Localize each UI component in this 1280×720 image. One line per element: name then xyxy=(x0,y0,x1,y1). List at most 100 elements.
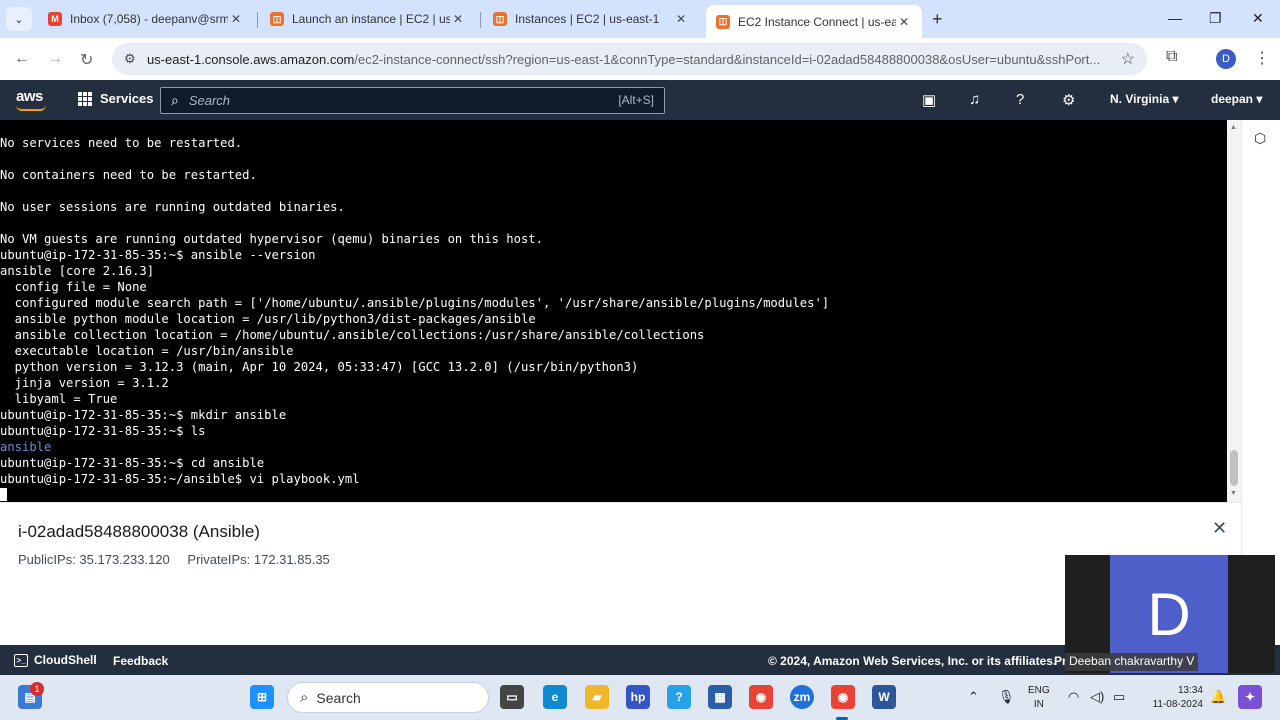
taskbar-search-input[interactable]: ⌕ Search xyxy=(287,682,489,713)
system-clock[interactable]: 13:34 11-08-2024 xyxy=(1143,684,1203,712)
tab-divider xyxy=(257,12,258,28)
terminal-scrollbar[interactable]: ▲ ▼ xyxy=(1227,120,1241,502)
site-settings-icon[interactable]: ⚙ xyxy=(124,51,136,67)
aws-top-nav: aws Services ⌕ Search [Alt+S] ▣ ♫ ? ⚙ N.… xyxy=(0,80,1280,120)
terminal-line: ansible [core 2.16.3] xyxy=(0,264,155,278)
terminal-line: ubuntu@ip-172-31-85-35:~$ mkdir ansible xyxy=(0,408,287,422)
new-tab-button[interactable]: + xyxy=(932,9,943,30)
url-field[interactable]: ⚙ us-east-1.console.aws.amazon.com/ec2-i… xyxy=(112,43,1147,75)
scrollbar-thumb[interactable] xyxy=(1230,450,1238,486)
browser-menu-icon[interactable]: ⋮ xyxy=(1254,48,1270,68)
microphone-icon[interactable]: 🎙 xyxy=(998,689,1015,705)
windows-start-icon[interactable]: ⊞ xyxy=(250,685,274,709)
terminal-line: No services need to be restarted. xyxy=(0,136,243,150)
edge-icon[interactable]: e xyxy=(543,685,567,709)
terminal-cursor xyxy=(0,488,7,501)
copyright-text: © 2024, Amazon Web Services, Inc. or its… xyxy=(768,654,1057,668)
tab-instances[interactable]: ◫ Instances | EC2 | us-east-1 ✕ xyxy=(483,5,699,33)
terminal-line: ubuntu@ip-172-31-85-35:~$ cd ansible xyxy=(0,456,265,470)
aws-ec2-icon: ◫ xyxy=(270,12,284,26)
terminal-line: python version = 3.12.3 (main, Apr 10 20… xyxy=(0,360,639,374)
terminal-line: configured module search path = ['/home/… xyxy=(0,296,830,310)
cloudshell-icon[interactable]: ▣ xyxy=(922,91,936,109)
file-explorer-icon[interactable]: ▰ xyxy=(585,685,609,709)
instance-ips: PublicIPs: 35.173.233.120 PrivateIPs: 17… xyxy=(18,552,344,567)
aws-search-input[interactable]: ⌕ Search [Alt+S] xyxy=(160,87,665,114)
terminal-line: libyaml = True xyxy=(0,392,118,406)
terminal-line: No user sessions are running outdated bi… xyxy=(0,200,345,214)
close-panel-icon[interactable]: ✕ xyxy=(1212,518,1227,539)
terminal-line: ubuntu@ip-172-31-85-35:~/ansible$ vi pla… xyxy=(0,472,360,486)
notifications-bell-icon[interactable]: ♫ xyxy=(969,91,980,108)
close-tab-icon[interactable]: ✕ xyxy=(673,12,689,26)
close-tab-icon[interactable]: ✕ xyxy=(228,12,244,26)
account-menu[interactable]: deepan ▾ xyxy=(1211,92,1262,106)
help-icon[interactable]: ? xyxy=(1016,91,1024,108)
video-call-overlay[interactable]: D Deeban chakravarthy V xyxy=(1065,555,1275,673)
extensions-icon[interactable]: ⧉ xyxy=(1166,48,1177,66)
wifi-icon[interactable]: ◠ xyxy=(1068,689,1079,705)
terminal-line: ubuntu@ip-172-31-85-35:~$ ls xyxy=(0,424,206,438)
tab-launch-instance[interactable]: ◫ Launch an instance | EC2 | us-e ✕ xyxy=(260,5,476,33)
close-tab-icon[interactable]: ✕ xyxy=(450,12,466,26)
copilot-icon[interactable]: ✦ xyxy=(1238,685,1262,709)
zoom-icon[interactable]: zm xyxy=(790,685,814,709)
task-view-icon[interactable]: ▭ xyxy=(500,685,524,709)
app-icon[interactable]: hp xyxy=(626,685,650,709)
chrome-profile-icon[interactable]: ◉ xyxy=(831,685,855,709)
tab-gmail[interactable]: M Inbox (7,058) - deepanv@srmis ✕ xyxy=(38,5,254,33)
public-ips: PublicIPs: 35.173.233.120 xyxy=(18,552,170,567)
bookmark-star-icon[interactable]: ☆ xyxy=(1121,49,1135,69)
search-icon: ⌕ xyxy=(300,689,309,706)
cloudshell-button[interactable]: >_ CloudShell xyxy=(14,653,97,667)
windows-taskbar: ▤ 1 ⊞ ⌕ Search ▭ e ▰ hp ? ▦ ◉ zm ◉ W ⌃ 🎙… xyxy=(0,675,1280,720)
battery-icon[interactable]: ▭ xyxy=(1113,689,1125,705)
reload-icon[interactable]: ↻ xyxy=(80,50,93,70)
aws-smile-icon xyxy=(16,105,46,111)
gmail-icon: M xyxy=(48,12,62,26)
browser-tab-strip: ⌄ M Inbox (7,058) - deepanv@srmis ✕ ◫ La… xyxy=(0,0,1280,38)
tab-ec2-instance-connect[interactable]: ◫ EC2 Instance Connect | us-east- ✕ xyxy=(706,5,922,38)
address-bar-row: ← → ↻ ⚙ us-east-1.console.aws.amazon.com… xyxy=(0,38,1280,80)
restore-icon[interactable]: ❐ xyxy=(1209,10,1222,27)
language-indicator[interactable]: ENG IN xyxy=(1028,684,1050,712)
forward-icon[interactable]: → xyxy=(47,50,63,68)
url-text: us-east-1.console.aws.amazon.com/ec2-ins… xyxy=(147,51,1101,67)
tab-search-button[interactable]: ⌄ xyxy=(6,7,32,31)
chrome-icon[interactable]: ◉ xyxy=(749,685,773,709)
terminal-cursor-line xyxy=(0,487,1227,502)
minimize-icon[interactable]: — xyxy=(1168,10,1182,26)
close-tab-icon[interactable]: ✕ xyxy=(896,15,912,29)
store-icon[interactable]: ▦ xyxy=(708,685,732,709)
settings-gear-icon[interactable]: ⚙ xyxy=(1062,91,1075,109)
ssh-terminal[interactable]: No services need to be restarted. No cont… xyxy=(0,120,1227,502)
aws-logo[interactable]: aws xyxy=(16,88,46,111)
hexagon-settings-icon[interactable]: ⬡ xyxy=(1254,130,1266,147)
terminal-icon: >_ xyxy=(14,653,28,667)
private-ips: PrivateIPs: 172.31.85.35 xyxy=(187,552,330,567)
profile-avatar[interactable]: D xyxy=(1216,49,1236,69)
terminal-line: ansible python module location = /usr/li… xyxy=(0,312,536,326)
notification-badge: 1 xyxy=(30,682,44,696)
feedback-link[interactable]: Feedback xyxy=(113,654,168,668)
notifications-icon[interactable]: 🔔 xyxy=(1210,689,1226,705)
terminal-line: ubuntu@ip-172-31-85-35:~$ ansible --vers… xyxy=(0,248,316,262)
participant-name: Deeban chakravarthy V xyxy=(1065,653,1199,671)
region-selector[interactable]: N. Virginia ▾ xyxy=(1110,92,1178,106)
aws-ec2-icon: ◫ xyxy=(716,14,730,29)
instance-title: i-02adad58488800038 (Ansible) xyxy=(18,522,260,541)
terminal-line: executable location = /usr/bin/ansible xyxy=(0,344,294,358)
scroll-up-icon[interactable]: ▲ xyxy=(1230,124,1237,131)
help-app-icon[interactable]: ? xyxy=(667,685,691,709)
scroll-down-icon[interactable]: ▼ xyxy=(1230,490,1237,497)
back-icon[interactable]: ← xyxy=(14,50,30,68)
services-menu-button[interactable]: Services xyxy=(78,91,154,106)
chevron-up-icon[interactable]: ⌃ xyxy=(968,689,979,705)
volume-icon[interactable]: ◁) xyxy=(1090,689,1104,705)
close-window-icon[interactable]: ✕ xyxy=(1252,10,1264,27)
chevron-down-icon: ⌄ xyxy=(14,13,24,26)
word-icon[interactable]: W xyxy=(872,685,896,709)
terminal-line: ansible collection location = /home/ubun… xyxy=(0,328,705,342)
